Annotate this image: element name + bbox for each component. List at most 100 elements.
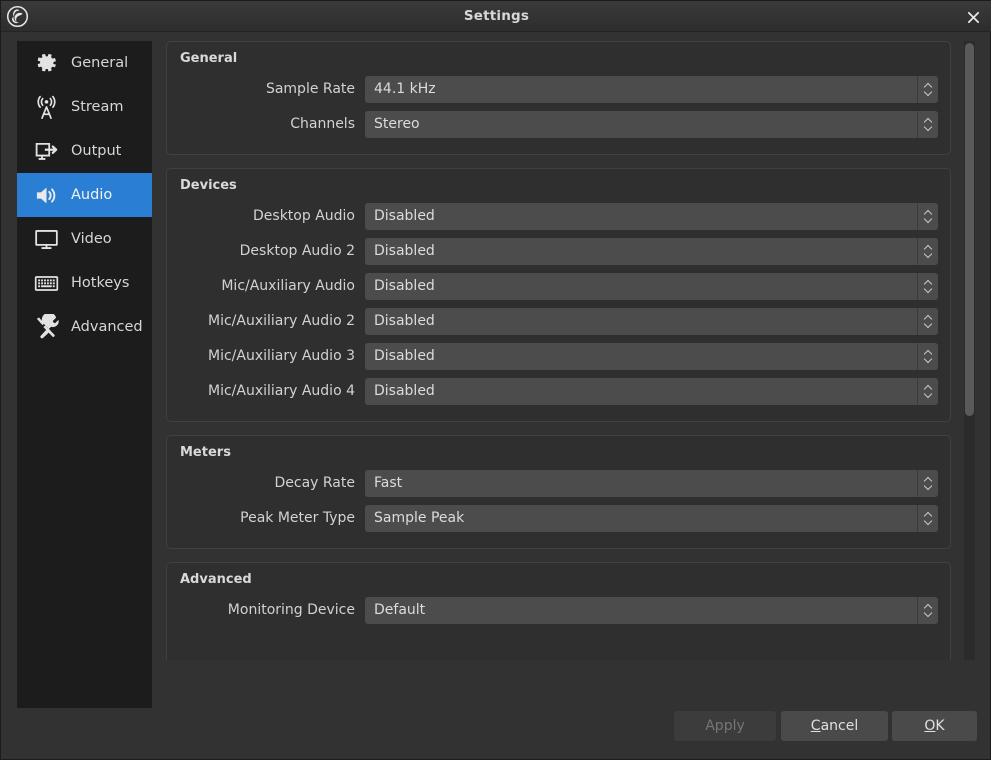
row-label: Channels xyxy=(290,116,355,132)
chevron-updown-icon[interactable] xyxy=(917,377,938,405)
mic-aux-audio-4-combobox[interactable]: Disabled xyxy=(365,377,938,405)
settings-window: Settings General Stream Output Audio Vid… xyxy=(0,0,991,760)
group-title: General xyxy=(180,51,238,66)
combobox-value: 44.1 kHz xyxy=(374,81,436,97)
row-label: Decay Rate xyxy=(274,475,355,491)
sidebar-item-audio[interactable]: Audio xyxy=(17,173,152,217)
chevron-updown-icon[interactable] xyxy=(917,596,938,624)
combobox-value: Default xyxy=(374,602,426,618)
cancel-rest: ancel xyxy=(820,718,859,734)
audio-settings-content: General Sample Rate 44.1 kHz Channels St… xyxy=(161,41,956,660)
row-label: Desktop Audio xyxy=(253,208,355,224)
broadcast-icon xyxy=(31,92,61,122)
chevron-updown-icon[interactable] xyxy=(917,504,938,532)
sidebar-item-video[interactable]: Video xyxy=(17,217,152,261)
content-scrollbar-thumb[interactable] xyxy=(965,43,974,416)
setting-row-desktop-audio-2: Desktop Audio 2 Disabled xyxy=(179,234,938,268)
keyboard-icon xyxy=(31,268,61,298)
ok-button-label: OK xyxy=(924,718,944,734)
sidebar-item-stream[interactable]: Stream xyxy=(17,85,152,129)
combobox-value: Stereo xyxy=(374,116,420,132)
group-title: Devices xyxy=(180,178,237,193)
sidebar-item-label: Output xyxy=(71,143,122,159)
sidebar-item-label: Video xyxy=(71,231,112,247)
title-bar: Settings xyxy=(1,1,991,32)
group-title: Meters xyxy=(180,445,231,460)
setting-row-mic-aux-audio-3: Mic/Auxiliary Audio 3 Disabled xyxy=(179,339,938,373)
setting-row-mic-aux-audio: Mic/Auxiliary Audio Disabled xyxy=(179,269,938,303)
setting-row-desktop-audio: Desktop Audio Disabled xyxy=(179,199,938,233)
combobox-value: Fast xyxy=(374,475,403,491)
row-label: Peak Meter Type xyxy=(240,510,355,526)
setting-row-mic-aux-audio-2: Mic/Auxiliary Audio 2 Disabled xyxy=(179,304,938,338)
window-title: Settings xyxy=(463,8,530,24)
chevron-updown-icon[interactable] xyxy=(917,272,938,300)
group-devices: Devices Desktop Audio Disabled Desktop A… xyxy=(166,168,951,422)
sidebar-item-advanced[interactable]: Advanced xyxy=(17,305,152,349)
row-label: Mic/Auxiliary Audio 4 xyxy=(207,383,355,399)
sidebar-item-label: Audio xyxy=(71,187,113,203)
cancel-button-label: Cancel xyxy=(811,718,858,734)
setting-row-decay-rate: Decay Rate Fast xyxy=(179,466,938,500)
setting-row-channels: Channels Stereo xyxy=(179,107,938,141)
ok-mnemonic: O xyxy=(924,718,936,734)
group-advanced: Advanced Monitoring Device Default xyxy=(166,562,951,660)
ok-rest: K xyxy=(935,718,945,734)
apply-button[interactable]: Apply xyxy=(674,711,776,741)
row-label: Sample Rate xyxy=(265,81,355,97)
combobox-value: Disabled xyxy=(374,243,435,259)
sidebar-item-hotkeys[interactable]: Hotkeys xyxy=(17,261,152,305)
row-label: Mic/Auxiliary Audio xyxy=(221,278,355,294)
peak-meter-type-combobox[interactable]: Sample Peak xyxy=(365,504,938,532)
setting-row-sample-rate: Sample Rate 44.1 kHz xyxy=(179,72,938,106)
group-meters: Meters Decay Rate Fast Peak Meter Type S… xyxy=(166,435,951,549)
monitoring-device-combobox[interactable]: Default xyxy=(365,596,938,624)
desktop-audio-combobox[interactable]: Disabled xyxy=(365,202,938,230)
mic-aux-audio-3-combobox[interactable]: Disabled xyxy=(365,342,938,370)
chevron-updown-icon[interactable] xyxy=(917,202,938,230)
chevron-updown-icon[interactable] xyxy=(917,307,938,335)
close-icon[interactable] xyxy=(960,6,986,28)
decay-rate-combobox[interactable]: Fast xyxy=(365,469,938,497)
sample-rate-combobox[interactable]: 44.1 kHz xyxy=(365,75,938,103)
channels-combobox[interactable]: Stereo xyxy=(365,110,938,138)
monitor-out-icon xyxy=(31,136,61,166)
setting-row-peak-meter-type: Peak Meter Type Sample Peak xyxy=(179,501,938,535)
combobox-value: Disabled xyxy=(374,348,435,364)
combobox-value: Sample Peak xyxy=(374,510,465,526)
group-general: General Sample Rate 44.1 kHz Channels St… xyxy=(166,41,951,155)
chevron-updown-icon[interactable] xyxy=(917,342,938,370)
combobox-value: Disabled xyxy=(374,278,435,294)
combobox-value: Disabled xyxy=(374,208,435,224)
ok-button[interactable]: OK xyxy=(892,711,977,741)
settings-sidebar: General Stream Output Audio Video Hotkey… xyxy=(17,41,152,708)
chevron-updown-icon[interactable] xyxy=(917,110,938,138)
sidebar-item-label: Advanced xyxy=(71,319,143,335)
row-label: Mic/Auxiliary Audio 3 xyxy=(207,348,355,364)
gear-icon xyxy=(31,48,61,78)
chevron-updown-icon[interactable] xyxy=(917,237,938,265)
combobox-value: Disabled xyxy=(374,383,435,399)
tools-icon xyxy=(31,312,61,342)
cancel-button[interactable]: Cancel xyxy=(781,711,888,741)
sidebar-item-label: Hotkeys xyxy=(71,275,130,291)
setting-row-mic-aux-audio-4: Mic/Auxiliary Audio 4 Disabled xyxy=(179,374,938,408)
sidebar-item-label: General xyxy=(71,55,129,71)
chevron-updown-icon[interactable] xyxy=(917,469,938,497)
settings-scroll-area: General Sample Rate 44.1 kHz Channels St… xyxy=(161,41,973,660)
dialog-footer: Apply Cancel OK xyxy=(1,697,991,759)
desktop-audio-2-combobox[interactable]: Disabled xyxy=(365,237,938,265)
sidebar-item-output[interactable]: Output xyxy=(17,129,152,173)
setting-row-monitoring-device: Monitoring Device Default xyxy=(179,593,938,627)
mic-aux-audio-combobox[interactable]: Disabled xyxy=(365,272,938,300)
combobox-value: Disabled xyxy=(374,313,435,329)
sidebar-item-general[interactable]: General xyxy=(17,41,152,85)
group-title: Advanced xyxy=(180,572,252,587)
speaker-icon xyxy=(31,180,61,210)
cancel-mnemonic: C xyxy=(810,718,821,734)
chevron-updown-icon[interactable] xyxy=(917,75,938,103)
mic-aux-audio-2-combobox[interactable]: Disabled xyxy=(365,307,938,335)
row-label: Desktop Audio 2 xyxy=(239,243,355,259)
apply-button-label: Apply xyxy=(705,718,745,734)
row-label: Monitoring Device xyxy=(227,602,355,618)
